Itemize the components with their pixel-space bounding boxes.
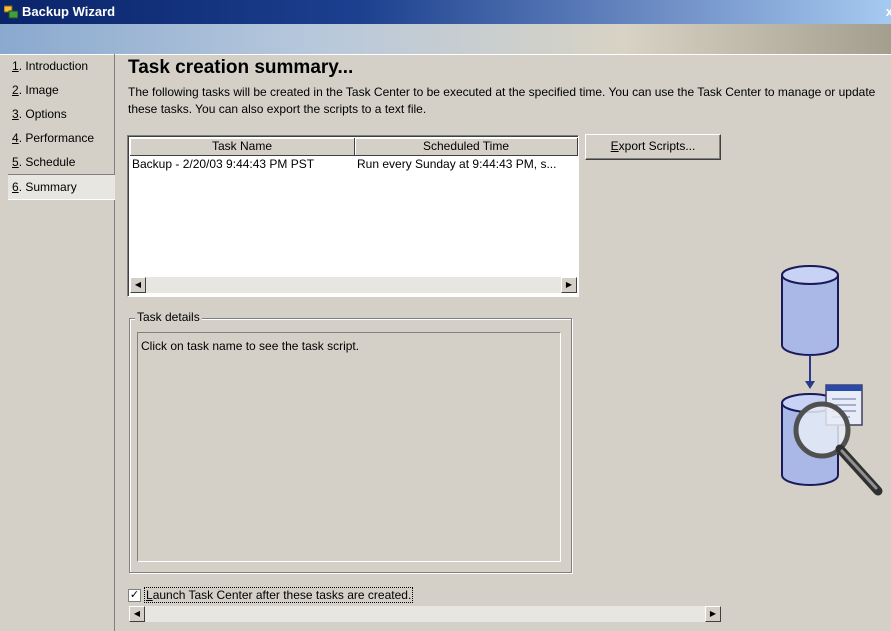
nav-item-number: 3 bbox=[12, 107, 19, 121]
scroll-right-icon[interactable]: ▶ bbox=[705, 606, 721, 622]
nav-item-summary[interactable]: 6. Summary bbox=[8, 174, 115, 200]
page-description: The following tasks will be created in t… bbox=[128, 85, 876, 116]
nav-item-number: 5 bbox=[12, 155, 19, 169]
export-button-label: xport Scripts... bbox=[618, 139, 696, 153]
nav-item-label: . Summary bbox=[18, 180, 77, 194]
task-details-label: Task details bbox=[135, 310, 202, 324]
nav-item-label: . Performance bbox=[18, 131, 95, 145]
close-button[interactable]: x bbox=[886, 4, 891, 19]
launch-task-center-label[interactable]: Launch Task Center after these tasks are… bbox=[144, 587, 414, 603]
nav-item-label: . Introduction bbox=[18, 59, 89, 73]
backup-illustration bbox=[781, 265, 883, 496]
nav-item-label: . Schedule bbox=[18, 155, 76, 169]
nav-item-performance[interactable]: 4. Performance bbox=[8, 126, 114, 150]
export-button-mnemonic: E bbox=[610, 139, 619, 153]
launch-label-text: aunch Task Center after these tasks are … bbox=[152, 588, 412, 602]
task-name-cell: Backup - 2/20/03 9:44:43 PM PST bbox=[132, 157, 315, 171]
nav-item-image[interactable]: 2. Image bbox=[8, 78, 114, 102]
launch-label-mnemonic: L bbox=[146, 588, 153, 602]
page-title: Task creation summary... bbox=[128, 57, 354, 78]
column-header-scheduled-time[interactable]: Scheduled Time bbox=[355, 138, 578, 156]
nav-item-number: 2 bbox=[12, 83, 19, 97]
table-row[interactable]: Backup - 2/20/03 9:44:43 PM PST Run ever… bbox=[130, 156, 578, 172]
nav-item-number: 4 bbox=[12, 131, 19, 145]
wizard-step-nav: 1. Introduction 2. Image 3. Options 4. P… bbox=[8, 54, 115, 631]
scroll-right-icon[interactable]: ▶ bbox=[561, 277, 577, 293]
table-header: Task Name Scheduled Time bbox=[130, 138, 578, 156]
nav-item-options[interactable]: 3. Options bbox=[8, 102, 114, 126]
column-header-task-name[interactable]: Task Name bbox=[130, 138, 355, 156]
scroll-left-icon[interactable]: ◀ bbox=[129, 606, 145, 622]
nav-item-number: 1 bbox=[12, 59, 19, 73]
page-horizontal-scrollbar[interactable]: ◀ ▶ bbox=[129, 606, 721, 622]
database-icon bbox=[781, 265, 839, 356]
nav-item-number: 6 bbox=[12, 180, 19, 194]
nav-item-label: . Image bbox=[18, 83, 59, 97]
export-scripts-button[interactable]: Export Scripts... bbox=[585, 134, 721, 160]
scroll-left-icon[interactable]: ◀ bbox=[130, 277, 146, 293]
tasks-table: Task Name Scheduled Time Backup - 2/20/0… bbox=[127, 135, 579, 297]
table-horizontal-scrollbar[interactable]: ◀ ▶ bbox=[130, 277, 577, 293]
window-title: Backup Wizard bbox=[22, 4, 116, 19]
title-bar: Backup Wizard x bbox=[0, 0, 891, 24]
arrow-down-icon bbox=[805, 355, 815, 389]
backup-wizard-icon bbox=[4, 5, 18, 19]
nav-item-schedule[interactable]: 5. Schedule bbox=[8, 150, 114, 174]
nav-item-introduction[interactable]: 1. Introduction bbox=[8, 54, 114, 78]
wizard-banner bbox=[0, 24, 891, 55]
nav-item-label: . Options bbox=[18, 107, 67, 121]
task-details-text-area[interactable]: Click on task name to see the task scrip… bbox=[137, 332, 561, 562]
task-details-text: Click on task name to see the task scrip… bbox=[141, 339, 360, 353]
scheduled-time-cell: Run every Sunday at 9:44:43 PM, s... bbox=[357, 157, 557, 171]
launch-task-center-checkbox[interactable]: ✓ bbox=[128, 589, 141, 602]
